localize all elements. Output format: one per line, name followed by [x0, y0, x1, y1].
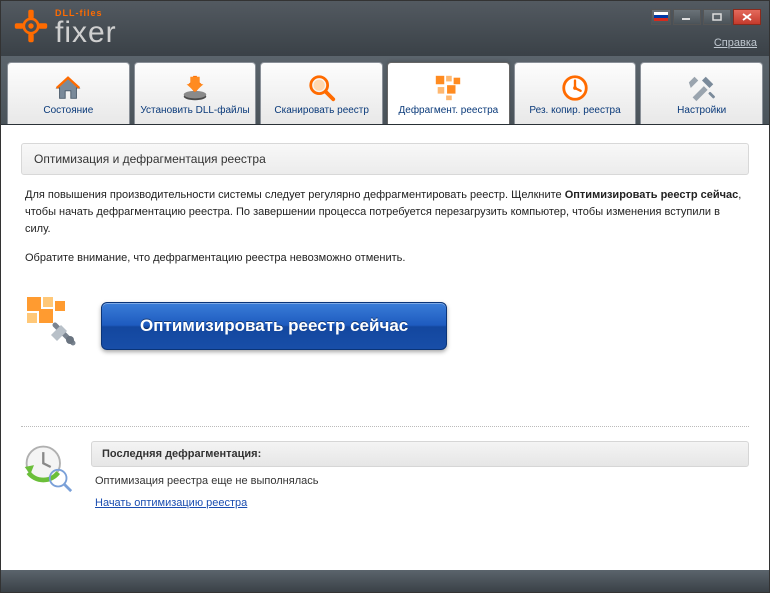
help-link[interactable]: Справка: [714, 37, 757, 49]
home-icon: [53, 74, 83, 102]
defrag-large-icon: [25, 295, 81, 356]
tab-label: Настройки: [677, 105, 726, 116]
close-button[interactable]: [733, 9, 761, 25]
tab-scan-registry[interactable]: Сканировать реестр: [260, 62, 383, 124]
tab-bar: Состояние Установить DLL-файлы Сканирова…: [1, 56, 769, 125]
maximize-button[interactable]: [703, 9, 731, 25]
last-defrag-status: Оптимизация реестра еще не выполнялась: [95, 475, 745, 487]
footer-bar: [1, 570, 769, 592]
language-flag-button[interactable]: [651, 9, 671, 25]
last-defrag-panel: Последняя дефрагментация: Оптимизация ре…: [21, 426, 749, 511]
clock-backup-icon: [560, 74, 590, 102]
minimize-button[interactable]: [673, 9, 701, 25]
tab-label: Состояние: [43, 105, 93, 116]
logo-icon: [13, 8, 49, 49]
tab-status[interactable]: Состояние: [7, 62, 130, 124]
text-fragment: Для повышения производительности системы…: [25, 189, 565, 201]
download-icon: [180, 74, 210, 102]
defrag-icon: [433, 74, 463, 102]
last-defrag-info: Последняя дефрагментация: Оптимизация ре…: [91, 441, 749, 511]
tools-icon: [687, 74, 717, 102]
app-window: DLL-files fixer Справка: [0, 0, 770, 593]
content-area: Оптимизация и дефрагментация реестра Для…: [1, 125, 769, 570]
text-bold-fragment: Оптимизировать реестр сейчас: [565, 189, 739, 201]
tab-settings[interactable]: Настройки: [640, 62, 763, 124]
tab-label: Установить DLL-файлы: [140, 105, 249, 116]
tab-label: Сканировать реестр: [274, 105, 369, 116]
clock-refresh-icon: [21, 441, 73, 498]
optimize-now-button[interactable]: Оптимизировать реестр сейчас: [101, 302, 447, 350]
tab-defrag-registry[interactable]: Дефрагмент. реестра: [387, 62, 510, 124]
tab-install-dll[interactable]: Установить DLL-файлы: [134, 62, 257, 124]
instruction-text-2: Обратите внимание, что дефрагментацию ре…: [25, 250, 745, 267]
tab-backup-registry[interactable]: Рез. копир. реестра: [514, 62, 637, 124]
window-controls: [651, 9, 761, 25]
section-heading: Оптимизация и дефрагментация реестра: [21, 143, 749, 175]
last-defrag-title: Последняя дефрагментация:: [91, 441, 749, 467]
titlebar: DLL-files fixer Справка: [1, 1, 769, 56]
app-logo: DLL-files fixer: [13, 8, 117, 49]
tab-label: Дефрагмент. реестра: [398, 105, 498, 116]
action-row: Оптимизировать реестр сейчас: [25, 295, 745, 356]
instruction-text-1: Для повышения производительности системы…: [25, 187, 745, 238]
tab-label: Рез. копир. реестра: [529, 105, 620, 116]
start-optimize-link[interactable]: Начать оптимизацию реестра: [95, 497, 247, 509]
magnifier-icon: [307, 74, 337, 102]
logo-brand-main: fixer: [55, 18, 117, 48]
